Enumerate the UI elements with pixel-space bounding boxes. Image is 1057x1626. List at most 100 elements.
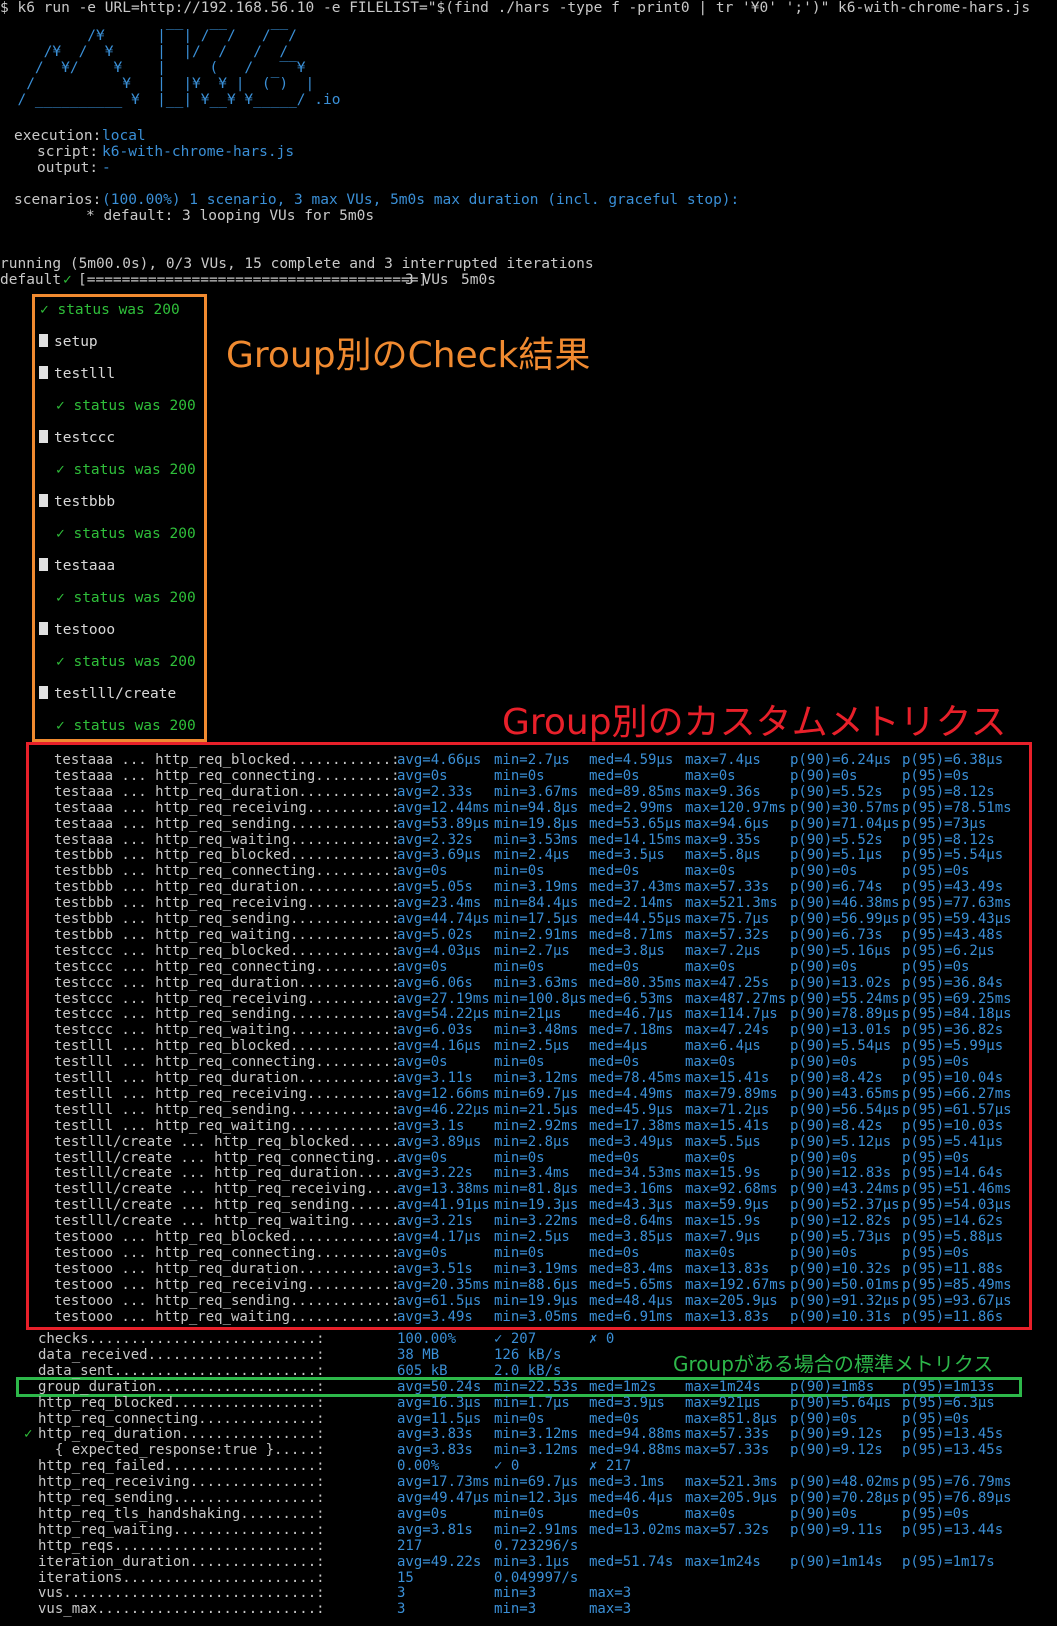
metric-p95: p(95)=6.38µs [902,752,1004,768]
metric-max: max=114.7µs [685,1006,778,1023]
standard-metric-max: max=0s [685,1505,736,1522]
standard-metric-min: min=69.7µs [494,1474,579,1491]
metric-max: max=5.8µs [685,847,761,864]
standard-metric-med: med=46.4µs [589,1490,674,1506]
metric-p90: p(90)=43.65ms [790,1085,900,1102]
standard-metric-min: min=3.12ms [494,1442,579,1459]
metric-max: max=0s [685,1149,736,1166]
progress-vus: 3 VUs [405,272,449,288]
execution-label: execution: [14,128,102,144]
metric-name: testaaa ... http_req_blocked............… [54,752,400,768]
standard-metric-med: ✗ 0 [589,1331,615,1347]
metric-med: med=4.49ms [589,1085,674,1102]
standard-metric-avg: avg=17.73ms [397,1474,490,1491]
metric-name: testlll/create ... http_req_receiving...… [54,1181,409,1198]
metric-max: max=192.67ms [685,1276,787,1293]
metric-avg: avg=3.11s [397,1070,473,1086]
metric-min: min=0s [494,1244,545,1261]
metric-p90: p(90)=78.89µs [790,1006,900,1023]
metric-max: max=71.2µs [685,1101,770,1118]
metric-avg: avg=27.19ms [397,990,490,1007]
metric-name: testccc ... http_req_duration...........… [54,974,400,991]
metric-avg: avg=0s [397,767,448,784]
metric-avg: avg=3.51s [397,1260,473,1277]
metric-max: max=7.9µs [685,1229,761,1245]
metric-min: min=0s [494,1054,545,1071]
metric-med: med=3.85µs [589,1229,674,1245]
metric-min: min=3.22ms [494,1213,579,1230]
metric-p90: p(90)=56.54µs [790,1101,900,1118]
standard-metric-min: min=1.7µs [494,1394,570,1411]
standard-metric-avg: 605 kB [397,1362,448,1379]
standard-metrics-annotation: Groupがある場合の標準メトリクス [673,1352,994,1376]
metric-max: max=6.4µs [685,1038,761,1055]
metric-avg: avg=12.44ms [397,799,490,816]
logo-line: /¥ |‾‾| /‾‾/ /‾‾/ [0,28,297,44]
standard-metric-min: min=3 [494,1601,537,1618]
metric-avg: avg=44.74µs [397,911,490,927]
metric-name: testaaa ... http_req_waiting............… [54,831,400,848]
metric-avg: avg=3.89µs [397,1133,482,1150]
standard-metric-avg: 0.00% [397,1458,440,1475]
metric-p95: p(95)=8.12s [902,783,995,800]
metric-p90: p(90)=50.01ms [790,1276,900,1293]
metric-med: med=4.59µs [589,752,674,768]
custom-metrics-annotation: Group別のカスタムメトリクス [502,702,1007,743]
metric-p95: p(95)=93.67µs [902,1292,1012,1309]
metric-max: max=79.89ms [685,1085,778,1102]
metric-med: med=0s [589,1244,640,1261]
metric-p95: p(95)=8.12s [902,831,995,848]
metric-avg: avg=2.32s [397,831,473,848]
standard-metric-med: med=3.1ms [589,1474,665,1491]
standard-metric-name: http_reqs........................: [38,1537,325,1554]
metric-min: min=3.63ms [494,974,579,991]
standard-metric-min: min=22.53s [494,1378,579,1395]
standard-metric-p95: p(95)=13.44s [902,1521,1004,1538]
script-label: script: [37,144,99,160]
progress-name: default [0,272,62,288]
metric-name: testaaa ... http_req_sending............… [54,815,400,832]
metric-min: min=100.8µs [494,990,587,1007]
metric-med: med=78.45ms [589,1070,682,1086]
logo-line: / ¥ | |¥ ¥ | (‾) | [0,76,315,92]
standard-metric-name: data_sent........................: [38,1362,325,1379]
metric-p95: p(95)=36.84s [902,974,1004,991]
metric-avg: avg=0s [397,1149,448,1166]
standard-metric-name: iteration_duration...............: [38,1553,325,1570]
metric-min: min=2.7µs [494,752,570,768]
metric-max: max=0s [685,1054,736,1071]
metric-name: testooo ... http_req_duration...........… [54,1260,400,1277]
progress-bar: [======================================] [78,272,428,288]
metric-med: med=48.4µs [589,1292,674,1309]
metric-max: max=15.41s [685,1117,770,1134]
standard-metric-max: max=57.33s [685,1442,770,1459]
standard-metric-min: min=2.91ms [494,1521,579,1538]
metric-med: med=34.53ms [589,1165,682,1182]
metric-p90: p(90)=56.99µs [790,911,900,927]
standard-metric-p90: p(90)=0s [790,1410,858,1427]
metric-min: min=17.5µs [494,911,579,927]
standard-metric-name: data_received....................: [38,1346,325,1363]
metric-p90: p(90)=91.32µs [790,1292,900,1309]
metric-p90: p(90)=10.31s [790,1308,892,1325]
metric-avg: avg=3.1s [397,1117,465,1134]
logo-line: /¥ / ¥ | |/ / / / [0,44,289,60]
metric-p90: p(90)=5.54µs [790,1038,892,1055]
standard-metric-p90: p(90)=1m8s [790,1378,875,1395]
metric-min: min=3.19ms [494,1260,579,1277]
metric-name: testlll ... http_req_waiting............… [54,1117,400,1134]
metric-max: max=13.83s [685,1260,770,1277]
metric-min: min=2.91ms [494,926,579,943]
standard-metric-avg: 15 [397,1569,414,1586]
standard-metric-min: min=3.1µs [494,1553,570,1570]
metric-p90: p(90)=6.24µs [790,752,892,768]
metric-avg: avg=0s [397,863,448,880]
standard-metric-med: med=13.02ms [589,1521,682,1538]
metric-avg: avg=3.22s [397,1165,473,1182]
scenarios-value: (100.00%) 1 scenario, 3 max VUs, 5m0s ma… [102,192,740,208]
scenarios-label: scenarios: [14,192,102,208]
standard-metric-med: med=3.9µs [589,1394,665,1411]
metric-p95: p(95)=0s [902,1149,970,1166]
metric-max: max=47.25s [685,974,770,991]
standard-metric-name: http_req_failed..................: [38,1458,325,1475]
